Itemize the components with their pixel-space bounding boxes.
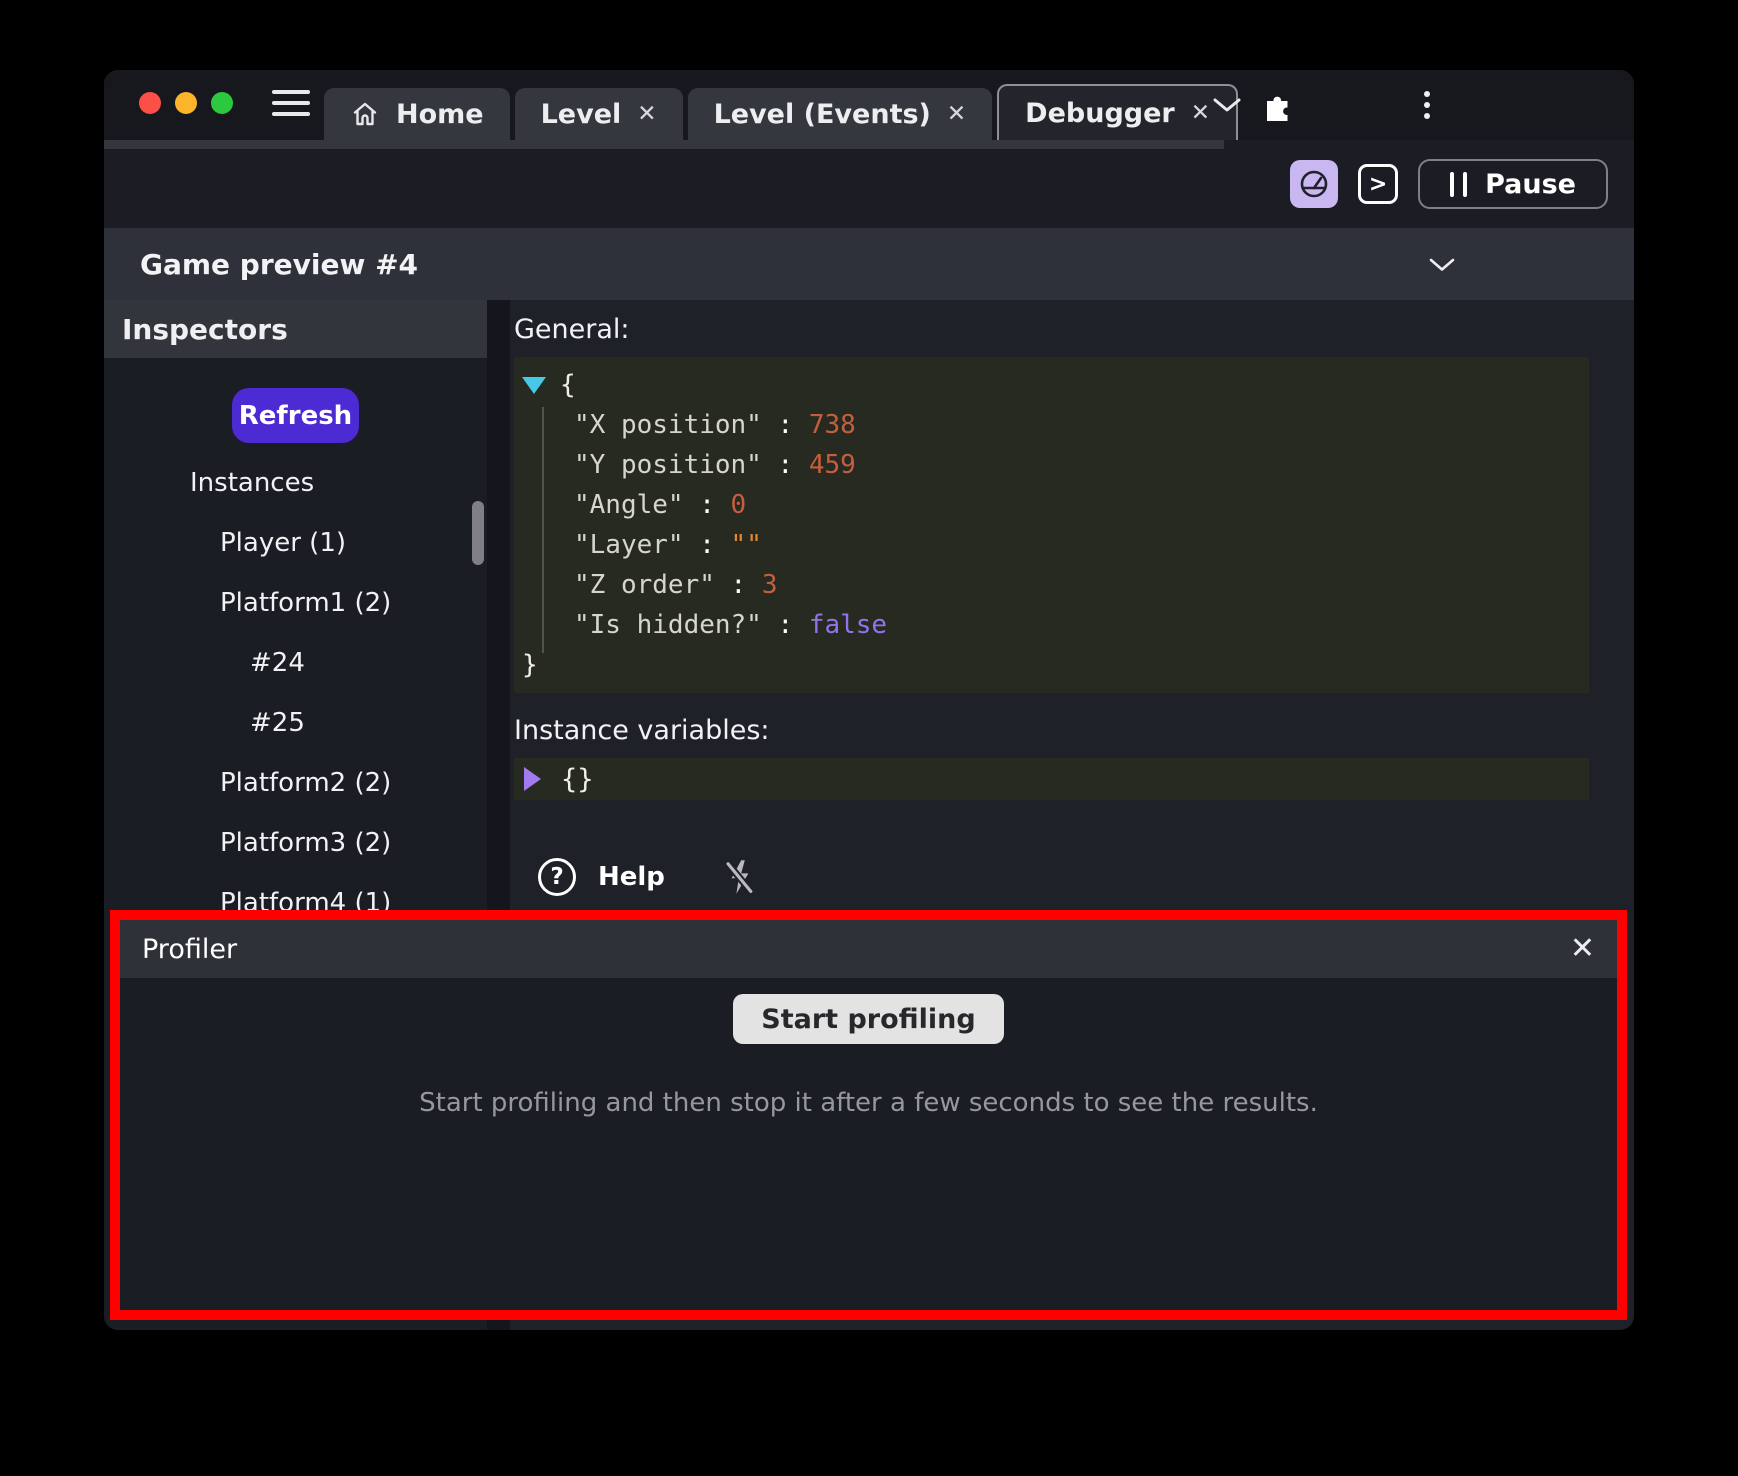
console-prompt-icon: >: [1369, 172, 1387, 197]
json-separator: :: [684, 530, 731, 560]
json-separator: :: [762, 450, 809, 480]
json-value: "": [731, 530, 762, 560]
json-value: 738: [809, 410, 856, 440]
expand-expander-icon[interactable]: [524, 767, 541, 791]
pause-label: Pause: [1485, 169, 1576, 200]
tabs-overflow-chevron-icon[interactable]: [1212, 70, 1242, 140]
json-separator: :: [762, 610, 809, 640]
json-property-line: "X position" : 738: [522, 405, 1575, 445]
tab-label: Home: [396, 99, 484, 130]
profiler-title: Profiler: [142, 934, 237, 965]
general-json-view: { "X position" : 738"Y position" : 459"A…: [514, 357, 1589, 693]
home-icon: [350, 100, 380, 128]
json-value: 459: [809, 450, 856, 480]
tab-debugger[interactable]: Debugger ✕: [997, 84, 1238, 140]
console-button[interactable]: >: [1358, 164, 1398, 204]
extensions-puzzle-icon[interactable]: [1262, 70, 1294, 140]
chevron-down-icon[interactable]: [1429, 258, 1455, 272]
app-window: Home Level ✕ Level (Events) ✕ Debugger ✕: [104, 70, 1634, 1330]
help-row: ? Help: [514, 858, 1589, 896]
inspectors-header: Inspectors: [104, 300, 487, 358]
traffic-lights: [139, 92, 233, 114]
zoom-window-button[interactable]: [211, 92, 233, 114]
help-icon[interactable]: ?: [538, 858, 576, 896]
json-property-line: "Angle" : 0: [522, 485, 1575, 525]
help-label[interactable]: Help: [598, 862, 665, 892]
sidebar-tree-item[interactable]: Platform1 (2): [104, 573, 487, 633]
flash-off-icon[interactable]: [725, 859, 755, 895]
sidebar-scrollbar-thumb[interactable]: [472, 501, 484, 565]
json-property-line: "Layer" : "": [522, 525, 1575, 565]
tab-level[interactable]: Level ✕: [515, 88, 683, 140]
instance-variables-value: {}: [561, 764, 594, 795]
sidebar-tree: InstancesPlayer (1)Platform1 (2)#24#25Pl…: [104, 453, 487, 933]
more-options-icon[interactable]: [1424, 70, 1430, 140]
pause-button[interactable]: Pause: [1418, 159, 1608, 209]
tabbar-scroll-strip: [104, 140, 1224, 149]
tab-label: Level: [541, 99, 622, 130]
close-tab-icon[interactable]: ✕: [947, 103, 966, 126]
profiler-header: Profiler ✕: [120, 920, 1617, 978]
pause-icon: [1450, 172, 1467, 197]
general-label: General:: [514, 314, 1589, 345]
json-key: "Layer": [574, 530, 684, 560]
tab-label: Level (Events): [714, 99, 931, 130]
profiler-panel: Profiler ✕ Start profiling Start profili…: [110, 910, 1627, 1320]
tab-level-events[interactable]: Level (Events) ✕: [688, 88, 993, 140]
game-preview-title: Game preview #4: [140, 248, 418, 281]
json-property-line: "Y position" : 459: [522, 445, 1575, 485]
sidebar-tree-item[interactable]: Player (1): [104, 513, 487, 573]
profiler-hint: Start profiling and then stop it after a…: [419, 1088, 1318, 1118]
refresh-button[interactable]: Refresh: [232, 388, 359, 443]
json-value: 3: [762, 570, 778, 600]
json-property-line: "Z order" : 3: [522, 565, 1575, 605]
close-brace: }: [522, 645, 1575, 685]
tab-bar: Home Level ✕ Level (Events) ✕ Debugger ✕: [324, 84, 1238, 140]
sidebar-tree-item[interactable]: Platform3 (2): [104, 813, 487, 873]
json-value: false: [809, 610, 887, 640]
json-key: "Z order": [574, 570, 715, 600]
close-tab-icon[interactable]: ✕: [637, 103, 656, 126]
profiler-body: Start profiling Start profiling and then…: [120, 978, 1617, 1118]
close-window-button[interactable]: [139, 92, 161, 114]
json-key: "Y position": [574, 450, 762, 480]
profiler-gauge-button[interactable]: [1290, 160, 1338, 208]
minimize-window-button[interactable]: [175, 92, 197, 114]
titlebar: Home Level ✕ Level (Events) ✕ Debugger ✕: [104, 70, 1634, 140]
debugger-toolbar: > Pause: [104, 140, 1634, 228]
open-brace: {: [560, 365, 576, 405]
json-separator: :: [715, 570, 762, 600]
menu-icon[interactable]: [272, 90, 310, 116]
start-profiling-button[interactable]: Start profiling: [733, 994, 1003, 1044]
instance-variables-row: {}: [514, 758, 1589, 800]
close-profiler-icon[interactable]: ✕: [1570, 934, 1595, 964]
collapse-expander-icon[interactable]: [522, 377, 546, 394]
sidebar-tree-item[interactable]: #25: [104, 693, 487, 753]
json-value: 0: [731, 490, 747, 520]
json-key: "Is hidden?": [574, 610, 762, 640]
json-property-lines: "X position" : 738"Y position" : 459"Ang…: [522, 405, 1575, 645]
close-tab-icon[interactable]: ✕: [1191, 102, 1210, 125]
json-separator: :: [762, 410, 809, 440]
gauge-icon: [1298, 168, 1330, 200]
sidebar-tree-item[interactable]: Instances: [104, 453, 487, 513]
sidebar-tree-item[interactable]: Platform2 (2): [104, 753, 487, 813]
tab-label: Debugger: [1025, 98, 1175, 129]
game-preview-selector[interactable]: Game preview #4: [104, 228, 1634, 300]
tab-home[interactable]: Home: [324, 88, 510, 140]
json-separator: :: [684, 490, 731, 520]
instance-variables-label: Instance variables:: [514, 715, 1589, 746]
indent-guide: [542, 407, 544, 653]
json-property-line: "Is hidden?" : false: [522, 605, 1575, 645]
json-key: "Angle": [574, 490, 684, 520]
sidebar-tree-item[interactable]: #24: [104, 633, 487, 693]
json-key: "X position": [574, 410, 762, 440]
